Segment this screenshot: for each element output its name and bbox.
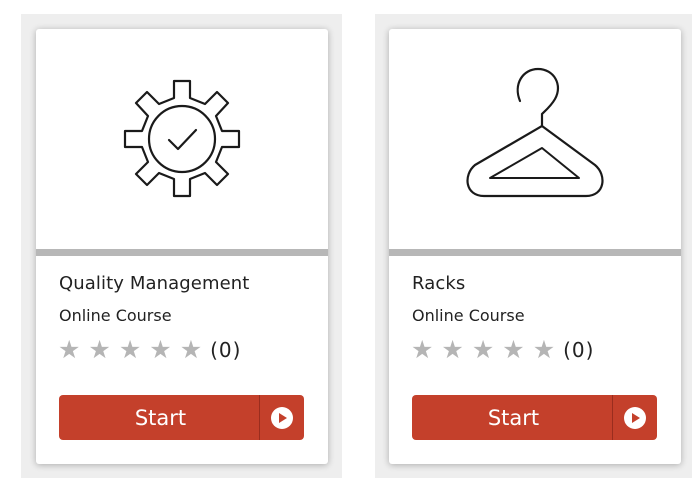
course-title[interactable]: Racks	[412, 273, 465, 294]
star-icon: ★	[88, 335, 111, 364]
course-card-racks[interactable]: Racks Online Course ★ ★ ★ ★ ★ (0) Start	[389, 29, 681, 464]
card-divider	[389, 249, 681, 256]
star-icon: ★	[532, 335, 556, 364]
course-type: Online Course	[412, 306, 525, 325]
review-count: (0)	[210, 338, 242, 362]
play-icon	[624, 406, 646, 429]
play-button[interactable]	[613, 395, 657, 440]
star-icon: ★	[179, 335, 203, 364]
course-title[interactable]: Quality Management	[59, 273, 249, 294]
hanger-icon	[466, 67, 604, 198]
star-icon: ★	[502, 335, 525, 364]
star-icon: ★	[149, 335, 172, 364]
course-card-quality-management[interactable]: Quality Management Online Course ★ ★ ★ ★…	[36, 29, 328, 464]
star-rating: ★ ★ ★ ★ ★ (0)	[411, 335, 594, 365]
star-icon: ★	[471, 335, 495, 364]
star-icon: ★	[441, 335, 464, 364]
review-count: (0)	[563, 338, 595, 362]
star-icon: ★	[58, 335, 81, 364]
start-button[interactable]: Start	[59, 395, 304, 440]
gear-check-icon	[123, 79, 241, 198]
course-image[interactable]	[36, 29, 328, 249]
card-divider	[36, 249, 328, 256]
play-button[interactable]	[260, 395, 304, 440]
play-icon	[271, 406, 293, 429]
course-type: Online Course	[59, 306, 172, 325]
course-image[interactable]	[389, 29, 681, 249]
start-button[interactable]: Start	[412, 395, 657, 440]
star-icon: ★	[411, 335, 434, 364]
star-rating: ★ ★ ★ ★ ★ (0)	[58, 335, 241, 365]
start-button-label: Start	[487, 405, 540, 430]
start-button-label: Start	[134, 405, 187, 430]
star-icon: ★	[118, 335, 142, 364]
